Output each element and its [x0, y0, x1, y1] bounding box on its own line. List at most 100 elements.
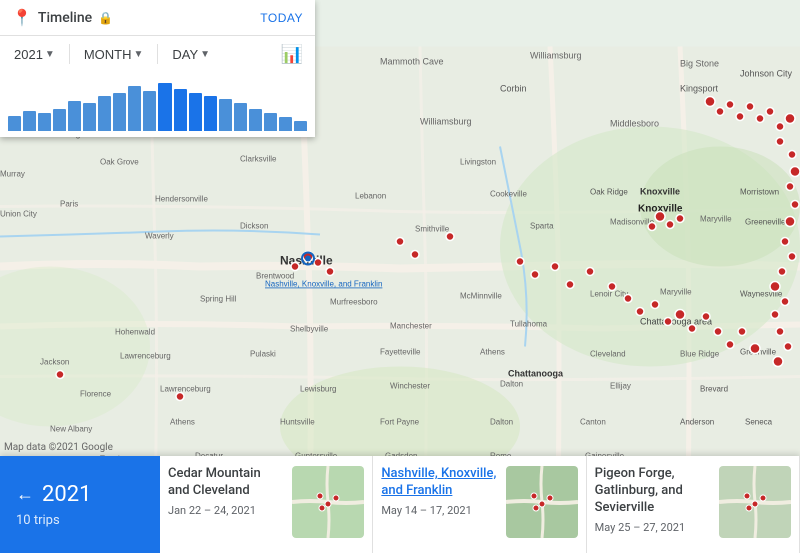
- timeline-title: Timeline: [38, 10, 92, 26]
- trip-date: Jan 22 – 24, 2021: [168, 504, 284, 517]
- location-icon: 📍: [12, 8, 32, 27]
- svg-text:Cookeville: Cookeville: [490, 190, 527, 199]
- trip-name[interactable]: Pigeon Forge, Gatlinburg, and Seviervill…: [595, 466, 711, 517]
- chart-bar[interactable]: [68, 101, 81, 131]
- year-back-button[interactable]: ←: [16, 484, 34, 505]
- svg-text:Morristown: Morristown: [740, 188, 779, 197]
- svg-text:Winchester: Winchester: [390, 382, 430, 391]
- month-value: MONTH: [84, 47, 132, 62]
- day-arrow: ▼: [200, 49, 210, 60]
- svg-text:Maryville: Maryville: [660, 288, 692, 297]
- chart-bar[interactable]: [279, 117, 292, 131]
- year-arrow: ▼: [45, 49, 55, 60]
- svg-text:Huntsville: Huntsville: [280, 418, 315, 427]
- svg-text:Lawrenceburg: Lawrenceburg: [120, 352, 171, 361]
- year-nav: ← 2021: [16, 482, 144, 507]
- svg-text:Kingsport: Kingsport: [680, 84, 719, 94]
- divider-2: [157, 44, 158, 64]
- svg-text:Oak Ridge: Oak Ridge: [590, 188, 628, 197]
- chart-bar[interactable]: [264, 113, 277, 131]
- year-value: 2021: [14, 47, 43, 62]
- chart-bar[interactable]: [98, 96, 111, 131]
- svg-text:Dalton: Dalton: [500, 380, 523, 389]
- trip-name[interactable]: Nashville, Knoxville, and Franklin: [381, 466, 497, 500]
- svg-text:Pulaski: Pulaski: [250, 350, 276, 359]
- chart-bar[interactable]: [38, 113, 51, 131]
- chart-bar[interactable]: [204, 96, 217, 131]
- svg-text:Jackson: Jackson: [40, 358, 69, 367]
- svg-text:Middlesboro: Middlesboro: [610, 119, 659, 129]
- svg-text:Sparta: Sparta: [530, 222, 554, 231]
- trips-count: 10 trips: [16, 513, 144, 528]
- trip-thumbnail: [506, 466, 578, 538]
- svg-text:Athens: Athens: [170, 418, 195, 427]
- svg-text:Anderson: Anderson: [680, 418, 714, 427]
- svg-text:Manchester: Manchester: [390, 322, 432, 331]
- chart-bar[interactable]: [83, 103, 96, 131]
- day-dropdown[interactable]: DAY ▼: [166, 43, 216, 66]
- divider-1: [69, 44, 70, 64]
- chart-bar[interactable]: [249, 109, 262, 131]
- svg-text:Williamsburg: Williamsburg: [420, 117, 472, 127]
- svg-text:Smithville: Smithville: [415, 225, 450, 234]
- chart-bar[interactable]: [158, 83, 171, 131]
- svg-text:Hohenwald: Hohenwald: [115, 328, 155, 337]
- svg-text:Canton: Canton: [580, 418, 606, 427]
- month-arrow: ▼: [134, 49, 144, 60]
- trip-date: May 14 – 17, 2021: [381, 504, 497, 517]
- trip-card[interactable]: Cedar Mountain and Cleveland Jan 22 – 24,…: [160, 456, 373, 553]
- lock-icon: 🔒: [98, 11, 113, 25]
- svg-text:Spring Hill: Spring Hill: [200, 295, 237, 304]
- svg-text:Lebanon: Lebanon: [355, 192, 386, 201]
- chart-bar[interactable]: [234, 103, 247, 131]
- svg-text:Lawrenceburg: Lawrenceburg: [160, 385, 211, 394]
- trip-card[interactable]: Nashville, Knoxville, and Franklin May 14…: [373, 456, 586, 553]
- svg-text:Chattanooga: Chattanooga: [508, 369, 564, 379]
- trip-info: Nashville, Knoxville, and Franklin May 14…: [381, 466, 497, 543]
- svg-text:Shelbyville: Shelbyville: [290, 325, 329, 334]
- map-copyright: Map data ©2021 Google: [4, 442, 113, 453]
- chart-bar[interactable]: [294, 121, 307, 131]
- trip-name[interactable]: Cedar Mountain and Cleveland: [168, 466, 284, 500]
- chart-bar[interactable]: [53, 109, 66, 131]
- svg-text:Livingston: Livingston: [460, 158, 496, 167]
- svg-text:Maryville: Maryville: [700, 215, 732, 224]
- chart-bar[interactable]: [128, 86, 141, 131]
- month-dropdown[interactable]: MONTH ▼: [78, 43, 150, 66]
- svg-text:Clarksville: Clarksville: [240, 155, 277, 164]
- chart-bar[interactable]: [219, 99, 232, 131]
- year-section: ← 2021 10 trips: [0, 456, 160, 553]
- svg-text:Florence: Florence: [80, 390, 112, 399]
- svg-text:Big Stone: Big Stone: [680, 59, 719, 69]
- year-display: 2021: [42, 482, 91, 507]
- svg-text:Brevard: Brevard: [700, 385, 728, 394]
- svg-text:Greeneville: Greeneville: [745, 218, 786, 227]
- trip-card[interactable]: Pigeon Forge, Gatlinburg, and Seviervill…: [587, 456, 800, 553]
- svg-text:Fayetteville: Fayetteville: [380, 348, 421, 357]
- chart-bar[interactable]: [8, 116, 21, 131]
- trip-date: May 25 – 27, 2021: [595, 521, 711, 534]
- chart-bar[interactable]: [23, 111, 36, 131]
- svg-text:Knoxville: Knoxville: [640, 187, 680, 197]
- chart-bar[interactable]: [174, 89, 187, 131]
- svg-text:Murray: Murray: [0, 170, 25, 179]
- svg-text:Hendersonville: Hendersonville: [155, 195, 208, 204]
- timeline-title-group: 📍 Timeline 🔒: [12, 8, 113, 27]
- chart-view-button[interactable]: 📊: [277, 40, 307, 69]
- bar-chart: [0, 72, 315, 137]
- year-dropdown[interactable]: 2021 ▼: [8, 43, 61, 66]
- svg-text:Athens: Athens: [480, 348, 505, 357]
- chart-bar[interactable]: [189, 93, 202, 131]
- svg-text:Murfreesboro: Murfreesboro: [330, 298, 378, 307]
- timeline-controls: 2021 ▼ MONTH ▼ DAY ▼ 📊: [0, 36, 315, 72]
- trip-info: Cedar Mountain and Cleveland Jan 22 – 24,…: [168, 466, 284, 543]
- chart-bar[interactable]: [113, 93, 126, 131]
- svg-text:Cleveland: Cleveland: [590, 350, 626, 359]
- svg-text:Brentwood: Brentwood: [256, 272, 294, 281]
- chart-bar[interactable]: [143, 91, 156, 131]
- svg-text:Ellijay: Ellijay: [610, 382, 631, 391]
- svg-text:Dalton: Dalton: [490, 418, 513, 427]
- svg-text:Lewisburg: Lewisburg: [300, 385, 336, 394]
- today-button[interactable]: TODAY: [260, 11, 303, 25]
- svg-text:Fort Payne: Fort Payne: [380, 418, 420, 427]
